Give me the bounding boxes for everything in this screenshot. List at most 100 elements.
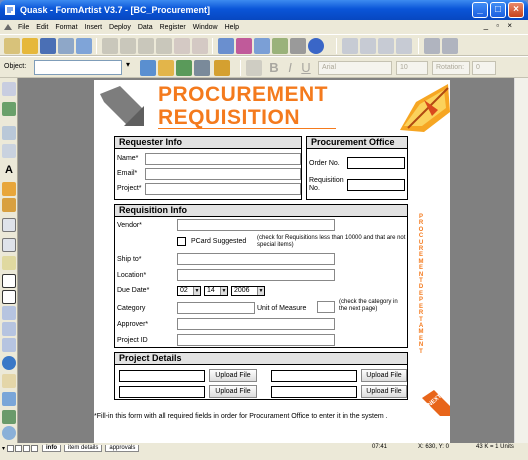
rect-icon[interactable] — [2, 144, 16, 158]
memo-icon[interactable] — [2, 256, 16, 270]
tab-approvals[interactable]: approvals — [105, 445, 140, 452]
requisition-field[interactable] — [347, 179, 405, 191]
checkbox-icon[interactable] — [2, 274, 16, 288]
grid-icon[interactable] — [2, 290, 16, 304]
approver-field[interactable] — [177, 318, 335, 330]
font-combo[interactable]: Arial — [318, 61, 392, 75]
minimize-button[interactable]: _ — [472, 2, 488, 18]
upload-button-1[interactable]: Upload File — [209, 369, 257, 382]
rotation-combo[interactable]: 0 — [472, 61, 496, 75]
project-field[interactable] — [145, 183, 301, 195]
menu-register[interactable]: Register — [160, 24, 186, 31]
textbox-icon[interactable] — [2, 126, 16, 140]
text-icon[interactable]: A — [2, 164, 16, 178]
last-page-icon[interactable] — [396, 38, 412, 54]
spellcheck-icon[interactable] — [272, 38, 288, 54]
tab-item-details[interactable]: item details — [64, 445, 103, 452]
next-button[interactable]: NEXT — [420, 388, 452, 418]
nav-first-icon[interactable] — [7, 445, 15, 452]
help-icon[interactable] — [308, 38, 324, 54]
web-icon[interactable] — [2, 426, 16, 440]
ship-field[interactable] — [177, 253, 335, 265]
redo-icon[interactable] — [192, 38, 208, 54]
file-field-4[interactable] — [271, 386, 357, 398]
next-page-icon[interactable] — [378, 38, 394, 54]
cut-icon[interactable] — [102, 38, 118, 54]
user-icon[interactable] — [214, 60, 230, 76]
list-icon[interactable] — [2, 306, 16, 320]
object-select[interactable] — [34, 60, 122, 75]
menu-window[interactable]: Window — [193, 24, 218, 31]
align-icon[interactable] — [140, 60, 156, 76]
signature-icon[interactable] — [2, 392, 16, 406]
italic-icon[interactable]: I — [282, 60, 298, 76]
menu-file[interactable]: File — [18, 24, 29, 31]
menu-data[interactable]: Data — [138, 24, 153, 31]
copy-icon[interactable] — [120, 38, 136, 54]
file-field-1[interactable] — [119, 370, 205, 382]
chevron-down-icon[interactable]: ▾ — [126, 60, 134, 76]
tab-info[interactable]: info — [42, 445, 62, 452]
first-page-icon[interactable] — [342, 38, 358, 54]
tools-icon[interactable] — [290, 38, 306, 54]
uom-field[interactable] — [317, 301, 335, 313]
find-icon[interactable] — [254, 38, 270, 54]
undo-icon[interactable] — [174, 38, 190, 54]
email-field[interactable] — [145, 168, 301, 180]
upload-button-4[interactable]: Upload File — [361, 385, 407, 398]
due-day-select[interactable]: 14 ▼ — [204, 286, 228, 296]
location-field[interactable] — [177, 269, 335, 281]
design-canvas[interactable]: PROCUREMENT REQUISITION Requester Info N… — [18, 78, 528, 443]
order-field[interactable] — [347, 157, 405, 169]
upload-button-2[interactable]: Upload File — [361, 369, 407, 382]
input-icon[interactable] — [2, 218, 16, 232]
pointer-icon[interactable] — [2, 82, 16, 96]
validate-icon[interactable] — [236, 38, 252, 54]
file-field-2[interactable] — [271, 370, 357, 382]
menu-insert[interactable]: Insert — [85, 24, 103, 31]
projectid-field[interactable] — [177, 334, 335, 346]
vendor-field[interactable] — [177, 219, 335, 231]
maximize-button[interactable]: □ — [490, 2, 506, 18]
combo-icon[interactable] — [2, 322, 16, 336]
new-icon[interactable] — [4, 38, 20, 54]
vertical-scrollbar[interactable] — [514, 78, 528, 443]
upload-button-3[interactable]: Upload File — [209, 385, 257, 398]
number-icon[interactable] — [2, 238, 16, 252]
file-field-3[interactable] — [119, 386, 205, 398]
menu-edit[interactable]: Edit — [36, 24, 48, 31]
category-field[interactable] — [177, 302, 255, 314]
size-combo[interactable]: 10 — [396, 61, 428, 75]
close-button[interactable]: × — [508, 2, 524, 18]
color-icon[interactable] — [158, 60, 174, 76]
bold-icon[interactable]: B — [266, 60, 282, 76]
nav-next-icon[interactable] — [23, 445, 31, 452]
mdi-controls[interactable]: _ ▫ × — [484, 21, 515, 30]
save-icon[interactable] — [40, 38, 56, 54]
name-field[interactable] — [145, 153, 301, 165]
paste-icon[interactable] — [138, 38, 154, 54]
box-icon[interactable] — [246, 60, 262, 76]
preview-icon[interactable] — [58, 38, 74, 54]
format-icon[interactable] — [442, 38, 458, 54]
button-icon[interactable] — [2, 374, 16, 388]
pen-icon[interactable] — [424, 38, 440, 54]
underline-icon[interactable]: U — [298, 60, 314, 76]
due-year-select[interactable]: 2006 ▼ — [231, 286, 265, 296]
menu-deploy[interactable]: Deploy — [109, 24, 131, 31]
delete-icon[interactable] — [156, 38, 172, 54]
fill-icon[interactable] — [2, 102, 16, 116]
barcode-icon[interactable] — [2, 410, 16, 424]
chevron-down-icon[interactable]: ▾ — [2, 445, 5, 452]
layer-icon[interactable] — [176, 60, 192, 76]
open-icon[interactable] — [22, 38, 38, 54]
nav-last-icon[interactable] — [31, 445, 39, 452]
table-icon[interactable] — [2, 198, 16, 212]
listbox-icon[interactable] — [2, 338, 16, 352]
radio-icon[interactable] — [2, 356, 16, 370]
nav-prev-icon[interactable] — [15, 445, 23, 452]
group-icon[interactable] — [194, 60, 210, 76]
print-icon[interactable] — [76, 38, 92, 54]
prev-page-icon[interactable] — [360, 38, 376, 54]
form-icon[interactable] — [218, 38, 234, 54]
